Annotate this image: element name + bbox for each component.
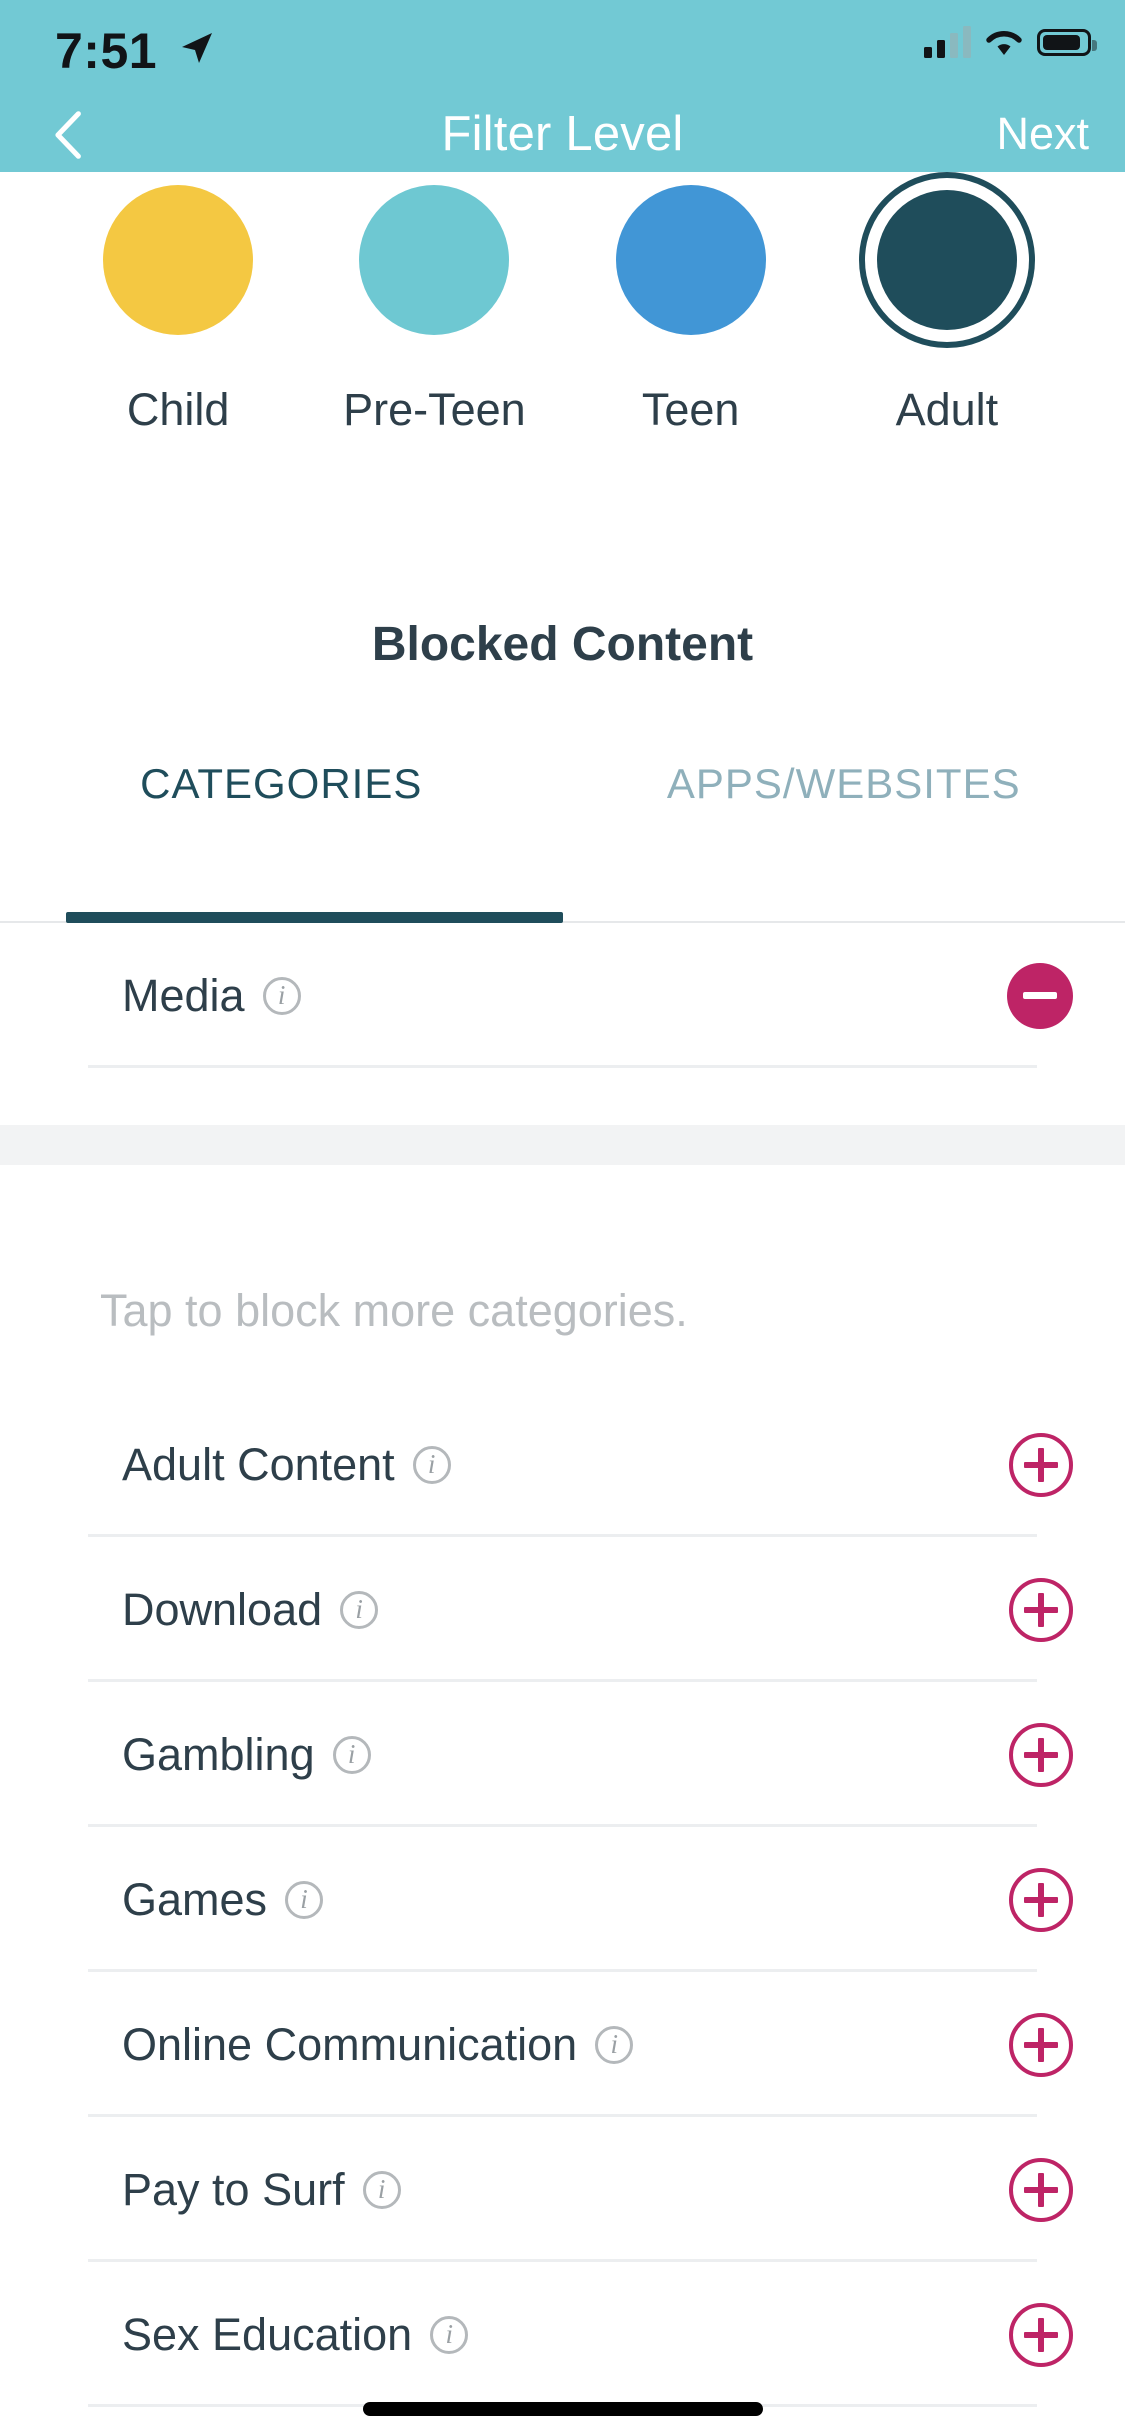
filter-level-selector: Child Pre-Teen Teen Adult — [0, 172, 1125, 435]
filter-level-teen-dot — [615, 185, 766, 335]
info-circle-icon[interactable]: i — [595, 2025, 634, 2064]
row-label-group: Online Communication i — [122, 2018, 634, 2071]
filter-level-pre-teen-label: Pre-Teen — [343, 384, 526, 435]
category-label: Pay to Surf — [122, 2163, 345, 2215]
active-tab-indicator — [66, 912, 563, 923]
info-circle-icon[interactable]: i — [332, 1735, 371, 1774]
filter-level-adult[interactable]: Adult — [819, 172, 1075, 436]
tab-categories[interactable]: CATEGORIES — [0, 760, 563, 822]
add-category-button[interactable] — [1009, 2157, 1073, 2222]
content-tabs: CATEGORIES APPS/WEBSITES — [0, 760, 1125, 822]
table-row[interactable]: Online Communication i — [0, 1972, 1125, 2117]
filter-level-pre-teen-ring — [346, 172, 522, 348]
table-row[interactable]: Sex Education i — [0, 2262, 1125, 2407]
row-label-group: Adult Content i — [122, 1439, 451, 1491]
block-more-hint: Tap to block more categories. — [100, 1285, 688, 1336]
filter-level-pre-teen[interactable]: Pre-Teen — [306, 172, 562, 436]
filter-level-child-ring — [90, 172, 266, 348]
filter-level-pre-teen-dot — [359, 185, 510, 335]
filter-level-teen-ring — [603, 172, 779, 348]
row-label-group: Gambling i — [122, 1729, 371, 1781]
filter-level-child-dot — [103, 185, 254, 335]
add-category-button[interactable] — [1009, 2012, 1073, 2077]
info-circle-icon[interactable]: i — [340, 1590, 379, 1629]
remove-category-button[interactable] — [1007, 962, 1073, 1029]
category-label: Download — [122, 1583, 323, 1635]
status-bar-indicators — [924, 26, 1097, 58]
blocked-content-title: Blocked Content — [371, 618, 754, 671]
blocked-row-media-label-group: Media i — [122, 970, 301, 1022]
home-indicator[interactable] — [362, 2402, 763, 2416]
table-row[interactable]: Pay to Surf i — [0, 2117, 1125, 2262]
row-label-group: Games i — [122, 1873, 324, 1926]
cellular-signal-icon — [924, 26, 971, 58]
blocked-categories-list: Media i — [0, 923, 1125, 1068]
status-bar: 7:51 — [0, 0, 1125, 96]
category-label: Sex Education — [122, 2308, 413, 2360]
tab-apps-websites[interactable]: APPS/WEBSITES — [563, 760, 1125, 822]
page-title: Filter Level — [441, 107, 684, 161]
wifi-icon — [985, 27, 1023, 57]
add-category-button[interactable] — [1009, 1432, 1073, 1497]
filter-level-adult-label: Adult — [895, 384, 999, 435]
category-label: Media — [122, 969, 245, 1021]
row-label-group: Download i — [122, 1583, 379, 1636]
category-label: Adult Content — [122, 1438, 395, 1490]
category-label: Online Communication — [122, 2018, 578, 2070]
add-category-button[interactable] — [1009, 1577, 1073, 1642]
category-label: Gambling — [122, 1728, 315, 1780]
row-label-group: Pay to Surf i — [122, 2164, 401, 2216]
battery-icon — [1037, 28, 1097, 56]
table-row[interactable]: Games i — [0, 1827, 1125, 1972]
app-header: 7:51 Filter Level Next — [0, 0, 1125, 172]
info-circle-icon[interactable]: i — [285, 1880, 324, 1919]
location-arrow-icon — [176, 28, 216, 68]
info-circle-icon[interactable]: i — [430, 2315, 469, 2354]
section-separator-band — [0, 1125, 1125, 1165]
info-circle-icon[interactable]: i — [262, 976, 301, 1015]
add-category-button[interactable] — [1009, 1722, 1073, 1787]
category-label: Games — [122, 1873, 268, 1925]
phone-screen: 7:51 Filter Level Next Child Pre-Teen Te… — [0, 0, 1125, 2436]
row-label-group: Sex Education i — [122, 2308, 469, 2361]
next-button[interactable]: Next — [996, 96, 1089, 172]
table-row[interactable]: Adult Content i — [0, 1392, 1125, 1537]
filter-level-child-label: Child — [126, 384, 230, 435]
navigation-bar: Filter Level Next — [0, 96, 1125, 172]
table-row[interactable]: Download i — [0, 1537, 1125, 1682]
info-circle-icon[interactable]: i — [362, 2170, 401, 2209]
available-categories-list: Adult Content i Download i Gambling i Ga… — [0, 1392, 1125, 2436]
status-bar-time: 7:51 — [55, 23, 158, 79]
info-circle-icon[interactable]: i — [412, 1445, 451, 1484]
filter-level-child[interactable]: Child — [50, 172, 306, 436]
add-category-button[interactable] — [1009, 2302, 1073, 2367]
filter-level-teen-label: Teen — [641, 384, 740, 435]
filter-level-adult-dot — [876, 190, 1017, 330]
table-row[interactable]: Media i — [0, 923, 1125, 1068]
row-divider — [88, 1065, 1037, 1068]
filter-level-teen[interactable]: Teen — [563, 172, 819, 436]
table-row[interactable]: Gambling i — [0, 1682, 1125, 1827]
filter-level-adult-selection-ring — [858, 172, 1035, 348]
add-category-button[interactable] — [1009, 1867, 1073, 1932]
